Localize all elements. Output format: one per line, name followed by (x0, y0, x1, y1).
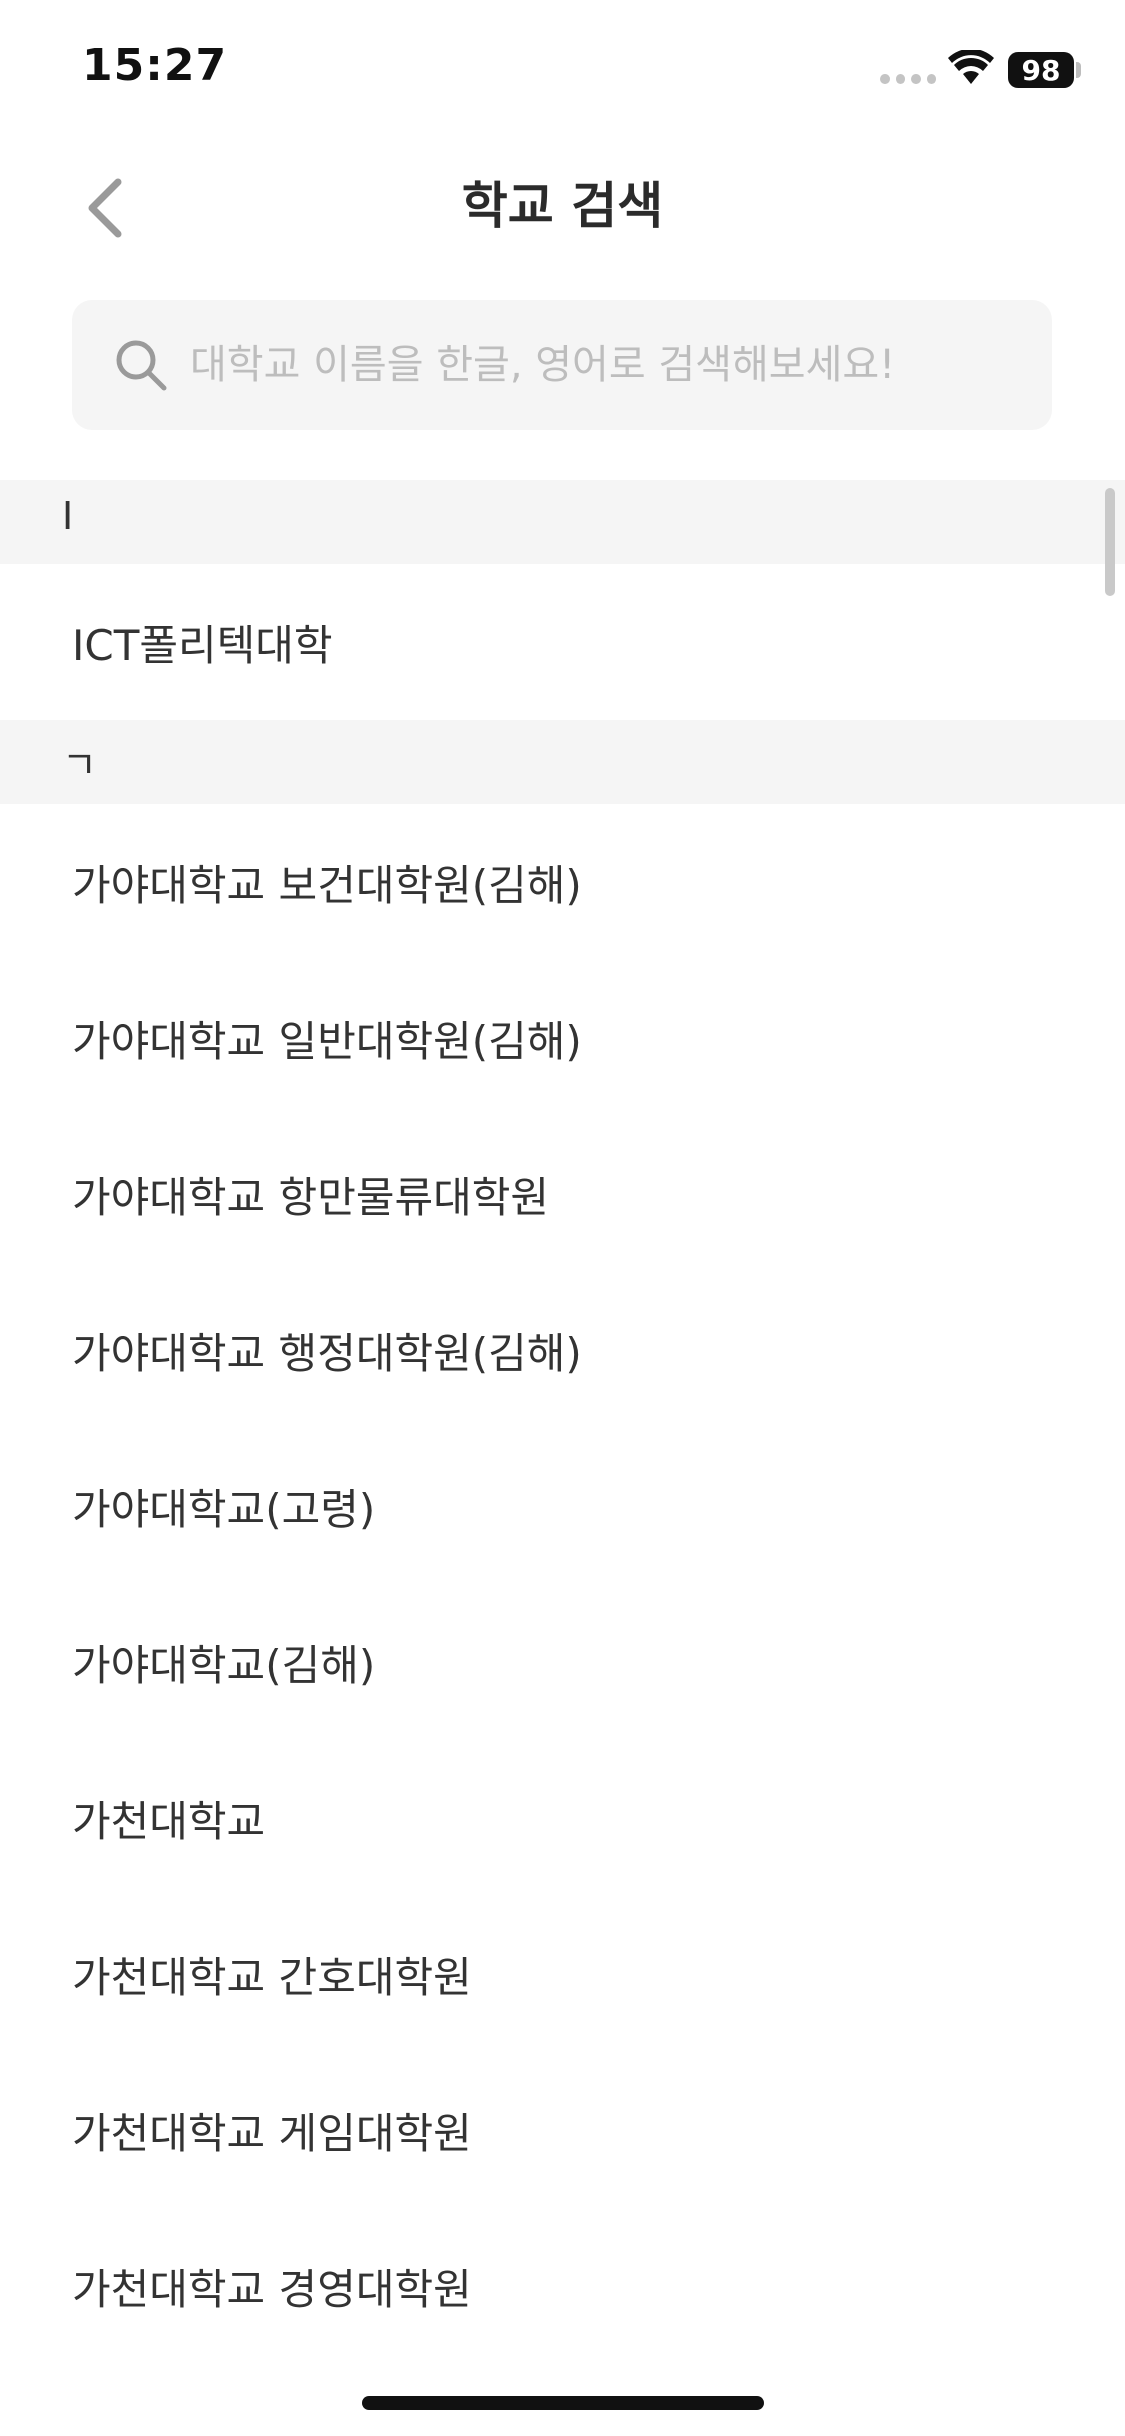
list-item-label: 가천대학교 경영대학원 (72, 2265, 472, 2314)
section-header-label: ㄱ (62, 743, 97, 787)
list-item[interactable]: 가천대학교 (0, 1740, 1125, 1896)
section-header: I (0, 480, 1125, 564)
list-item-label: 가야대학교 행정대학원(김해) (72, 1329, 582, 1378)
list-item-label: ICT폴리텍대학 (72, 621, 333, 670)
list-item[interactable]: 가천대학교 간호대학원 (0, 1896, 1125, 2052)
section-header-label: I (62, 494, 74, 538)
list-item[interactable]: 가야대학교(김해) (0, 1584, 1125, 1740)
battery-tip (1076, 62, 1081, 78)
search-icon (116, 340, 167, 391)
list-item-label: 가천대학교 게임대학원 (72, 2109, 472, 2158)
school-list[interactable]: I ICT폴리텍대학 ㄱ 가야대학교 보건대학원(김해) 가야대학교 일반대학원… (0, 480, 1125, 2364)
list-item[interactable]: 가천대학교 경영대학원 (0, 2208, 1125, 2364)
list-item[interactable]: ICT폴리텍대학 (0, 564, 1125, 720)
list-item-label: 가천대학교 (72, 1797, 266, 1846)
list-item[interactable]: 가야대학교 일반대학원(김해) (0, 960, 1125, 1116)
list-item[interactable]: 가천대학교 게임대학원 (0, 2052, 1125, 2208)
list-item[interactable]: 가야대학교 행정대학원(김해) (0, 1272, 1125, 1428)
cellular-signal-icon (880, 74, 936, 86)
list-item[interactable]: 가야대학교(고령) (0, 1428, 1125, 1584)
wifi-icon (948, 50, 994, 84)
navigation-header: 학교 검색 (0, 140, 1125, 270)
list-item-label: 가야대학교(고령) (72, 1485, 376, 1534)
section-header: ㄱ (0, 720, 1125, 804)
search-input[interactable] (190, 320, 1030, 410)
home-indicator[interactable] (362, 2396, 764, 2410)
status-bar: 15:27 98 (0, 0, 1125, 140)
list-item-label: 가천대학교 간호대학원 (72, 1953, 472, 2002)
page-title: 학교 검색 (461, 177, 664, 235)
list-item-label: 가야대학교 항만물류대학원 (72, 1173, 550, 1222)
search-bar[interactable] (72, 300, 1052, 430)
battery-level: 98 (1021, 53, 1061, 87)
battery-icon: 98 (1008, 52, 1074, 88)
list-item-label: 가야대학교 보건대학원(김해) (72, 861, 582, 910)
list-item[interactable]: 가야대학교 항만물류대학원 (0, 1116, 1125, 1272)
list-item[interactable]: 가야대학교 보건대학원(김해) (0, 804, 1125, 960)
list-item-label: 가야대학교 일반대학원(김해) (72, 1017, 582, 1066)
scrollbar[interactable] (1105, 488, 1115, 596)
status-time: 15:27 (82, 40, 228, 91)
list-item-label: 가야대학교(김해) (72, 1641, 376, 1690)
